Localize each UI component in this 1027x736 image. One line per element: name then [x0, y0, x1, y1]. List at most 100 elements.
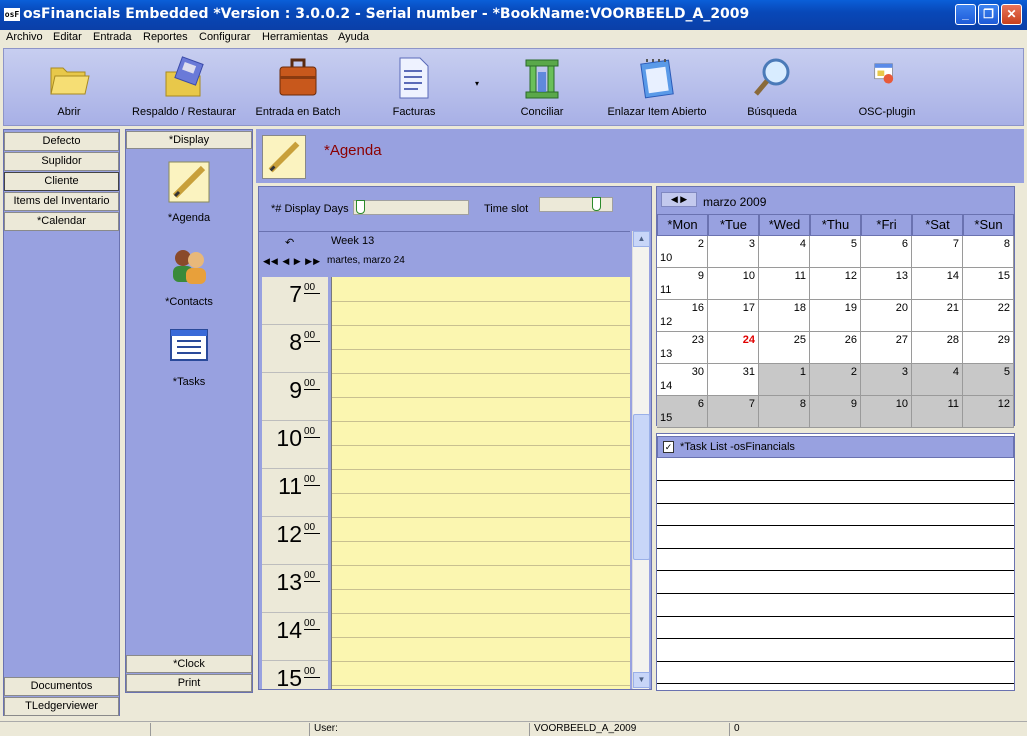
calendar-day-cell[interactable]: 24 — [708, 332, 759, 364]
nav-documentos[interactable]: Documentos — [4, 677, 119, 696]
minute-label: 00 — [304, 426, 320, 438]
day-of-week-header: *Mon — [657, 214, 708, 236]
facturas-dropdown-arrow[interactable]: ▾ — [475, 79, 479, 88]
display-days-slider-thumb[interactable] — [356, 200, 365, 214]
panel-agenda-item[interactable]: *Agenda — [126, 160, 252, 230]
calendar-day-cell[interactable]: 12 — [810, 268, 861, 300]
calendar-day-cell[interactable]: 2 — [810, 364, 861, 396]
calendar-day-cell[interactable]: 7 — [912, 236, 963, 268]
display-days-slider[interactable] — [353, 200, 469, 215]
toolbar-osc-plugin-label: OSC-plugin — [858, 106, 916, 118]
day-view-scrollbar[interactable]: ▲ ▼ — [632, 231, 650, 689]
menu-ayuda[interactable]: Ayuda — [338, 31, 369, 43]
scroll-thumb[interactable] — [633, 414, 650, 560]
calendar-day-cell[interactable]: 6 15 — [657, 396, 708, 428]
calendar-day-cell[interactable]: 20 — [861, 300, 912, 332]
menu-editar[interactable]: Editar — [53, 31, 82, 43]
calendar-day-cell[interactable]: 17 — [708, 300, 759, 332]
toolbar-osc-plugin-button[interactable]: OSC-plugin — [852, 49, 922, 125]
calendar-day-cell[interactable]: 19 — [810, 300, 861, 332]
calendar-day-cell[interactable]: 26 — [810, 332, 861, 364]
calendar-day-cell[interactable]: 2 10 — [657, 236, 708, 268]
calendar-day-cell[interactable]: 15 — [963, 268, 1014, 300]
calendar-day-cell[interactable]: 11 — [759, 268, 810, 300]
calendar-day-cell[interactable]: 4 — [912, 364, 963, 396]
nav-tledgerviewer[interactable]: TLedgerviewer — [4, 697, 119, 716]
toolbar-enlazar-button[interactable]: Enlazar Item Abierto — [604, 49, 710, 125]
menu-entrada[interactable]: Entrada — [93, 31, 132, 43]
calendar-day-cell[interactable]: 5 — [810, 236, 861, 268]
menu-archivo[interactable]: Archivo — [6, 31, 43, 43]
undo-icon[interactable]: ↶ — [285, 236, 294, 249]
calendar-day-cell[interactable]: 13 — [861, 268, 912, 300]
toolbar-respaldo-button[interactable]: Respaldo / Restaurar — [128, 49, 240, 125]
time-slot-label: Time slot — [484, 203, 529, 215]
maximize-button[interactable]: ❐ — [978, 4, 999, 25]
calendar-day-cell[interactable]: 16 12 — [657, 300, 708, 332]
time-slot-slider-thumb[interactable] — [592, 197, 601, 211]
calendar-day-cell[interactable]: 5 — [963, 364, 1014, 396]
calendar-day-cell[interactable]: 12 — [963, 396, 1014, 428]
menu-configurar[interactable]: Configurar — [199, 31, 250, 43]
scroll-up-button[interactable]: ▲ — [633, 231, 650, 247]
minimize-button[interactable]: _ — [955, 4, 976, 25]
calendar-day-number: 20 — [895, 302, 908, 314]
folder-icon — [50, 67, 90, 95]
nav-defecto[interactable]: Defecto — [4, 132, 119, 151]
calendar-day-cell[interactable]: 23 13 — [657, 332, 708, 364]
calendar-day-cell[interactable]: 21 — [912, 300, 963, 332]
time-slot-slider[interactable] — [539, 197, 613, 212]
toolbar-abrir-button[interactable]: Abrir — [39, 49, 99, 125]
toolbar-batch-button[interactable]: Entrada en Batch — [252, 49, 344, 125]
time-slots-area[interactable] — [331, 277, 630, 689]
calendar-day-cell[interactable]: 8 — [759, 396, 810, 428]
calendar-day-cell[interactable]: 7 — [708, 396, 759, 428]
calendar-day-cell[interactable]: 10 — [708, 268, 759, 300]
calendar-day-cell[interactable]: 25 — [759, 332, 810, 364]
month-nav-arrows[interactable]: ◀ ▶ — [661, 192, 697, 207]
toolbar-conciliar-button[interactable]: Conciliar — [512, 49, 572, 125]
calendar-day-cell[interactable]: 14 — [912, 268, 963, 300]
calendar-day-cell[interactable]: 29 — [963, 332, 1014, 364]
calendar-day-number: 9 — [697, 270, 704, 282]
calendar-day-cell[interactable]: 4 — [759, 236, 810, 268]
date-nav-arrows[interactable]: ◀◀ ◀ ▶ ▶▶ — [263, 256, 321, 267]
calendar-day-cell[interactable]: 22 — [963, 300, 1014, 332]
menu-reportes[interactable]: Reportes — [143, 31, 188, 43]
toolbar-facturas-button[interactable]: Facturas — [384, 49, 444, 125]
calendar-day-cell[interactable]: 6 — [861, 236, 912, 268]
calendar-day-cell[interactable]: 10 — [861, 396, 912, 428]
nav-cliente[interactable]: Cliente — [4, 172, 119, 191]
calendar-day-cell[interactable]: 11 — [912, 396, 963, 428]
time-slot-line — [332, 541, 630, 542]
calendar-day-cell[interactable]: 27 — [861, 332, 912, 364]
scroll-down-button[interactable]: ▼ — [633, 672, 650, 688]
time-slot-line — [332, 469, 630, 470]
calendar-day-cell[interactable]: 1 — [759, 364, 810, 396]
calendar-day-cell[interactable]: 31 — [708, 364, 759, 396]
nav-suplidor[interactable]: Suplidor — [4, 152, 119, 171]
panel-clock-button[interactable]: *Clock — [126, 655, 252, 673]
panel-tasks-item[interactable]: *Tasks — [126, 324, 252, 394]
panel-display-header[interactable]: *Display — [126, 131, 252, 149]
month-calendar-header: ◀ ▶ marzo 2009 — [657, 187, 1014, 214]
calendar-day-cell[interactable]: 30 14 — [657, 364, 708, 396]
left-navigation: Defecto Suplidor Cliente Items del Inven… — [3, 129, 120, 716]
calendar-day-cell[interactable]: 3 — [708, 236, 759, 268]
calendar-day-cell[interactable]: 28 — [912, 332, 963, 364]
minute-label: 00 — [304, 474, 320, 486]
time-slot-line — [332, 349, 630, 350]
calendar-day-cell[interactable]: 3 — [861, 364, 912, 396]
nav-calendar[interactable]: *Calendar — [4, 212, 119, 231]
panel-print-button[interactable]: Print — [126, 674, 252, 692]
toolbar-busqueda-button[interactable]: Búsqueda — [740, 49, 804, 125]
calendar-day-cell[interactable]: 8 — [963, 236, 1014, 268]
close-button[interactable]: ✕ — [1001, 4, 1022, 25]
panel-contacts-item[interactable]: *Contacts — [126, 244, 252, 314]
menu-herramientas[interactable]: Herramientas — [262, 31, 328, 43]
nav-items-inventario[interactable]: Items del Inventario — [4, 192, 119, 211]
calendar-day-cell[interactable]: 9 11 — [657, 268, 708, 300]
agenda-pencil-icon — [168, 161, 210, 203]
calendar-day-cell[interactable]: 18 — [759, 300, 810, 332]
calendar-day-cell[interactable]: 9 — [810, 396, 861, 428]
